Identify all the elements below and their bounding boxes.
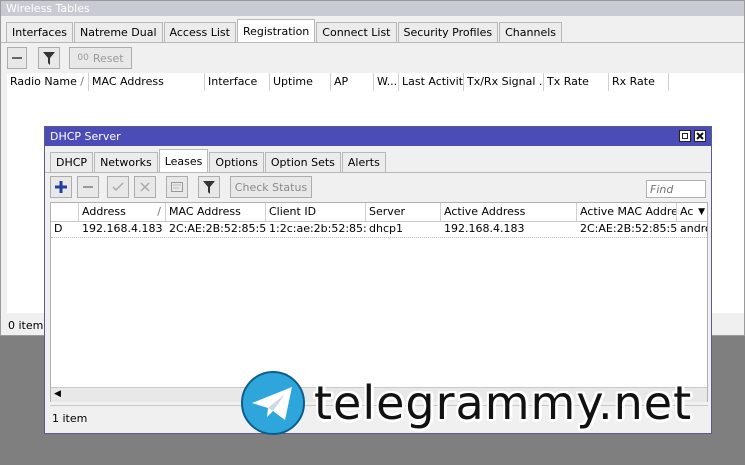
cell-mac-address: 2C:AE:2B:52:85:52 (169, 222, 266, 235)
table-row[interactable]: D 192.168.4.183 2C:AE:2B:52:85:52 1:2c:a… (51, 221, 707, 238)
tab-divider (1, 42, 744, 43)
minus-icon (83, 186, 93, 188)
tab-natreme-dual[interactable]: Natreme Dual (73, 22, 163, 42)
watermark: telegrammy.net (240, 370, 692, 436)
tab-interfaces[interactable]: Interfaces (6, 22, 73, 42)
sort-indicator: / (80, 75, 84, 88)
remove-button[interactable] (77, 176, 99, 198)
cell-active-host: androi (680, 222, 707, 235)
cell-client-id: 1:2c:ae:2b:52:85:... (269, 222, 366, 235)
tab-networks[interactable]: Networks (94, 152, 158, 172)
tab-option-sets[interactable]: Option Sets (264, 152, 341, 172)
comment-icon (171, 182, 183, 192)
comment-button[interactable] (166, 176, 188, 198)
col-server[interactable]: Server (366, 203, 441, 221)
leases-table-header: Address / MAC Address Client ID Server Ac… (51, 203, 707, 222)
col-active-host[interactable]: Ac ▼ (677, 203, 707, 221)
minus-icon (12, 57, 22, 59)
close-button[interactable] (694, 130, 706, 142)
col-flag[interactable] (51, 203, 79, 221)
tab-leases[interactable]: Leases (158, 149, 209, 172)
enable-button[interactable] (107, 176, 129, 198)
disable-button[interactable] (134, 176, 156, 198)
col-tx-rate[interactable]: Tx Rate (544, 73, 609, 91)
remove-button[interactable] (7, 47, 27, 69)
col-mac-address[interactable]: MAC Address (166, 203, 266, 221)
tab-channels[interactable]: Channels (499, 22, 563, 42)
cell-active-mac: 2C:AE:2B:52:85:52 (580, 222, 677, 235)
col-last-activity[interactable]: Last Activit... (399, 73, 464, 91)
registration-table-header: Radio Name / MAC Address Interface Uptime… (7, 73, 744, 92)
col-active-address[interactable]: Active Address (441, 203, 577, 221)
scroll-left-icon[interactable]: ◀ (54, 389, 61, 399)
sort-indicator: / (157, 205, 161, 218)
filter-button[interactable] (38, 47, 60, 69)
plus-icon (55, 181, 67, 193)
status-bar: 1 item (52, 412, 88, 425)
window-title-bar[interactable]: DHCP Server (45, 127, 711, 146)
filter-icon (43, 51, 55, 65)
tab-options[interactable]: Options (209, 152, 264, 172)
cell-server: dhcp1 (369, 222, 403, 235)
col-rx-rate[interactable]: Rx Rate (609, 73, 669, 91)
column-menu-arrow-icon[interactable]: ▼ (698, 203, 705, 221)
tab-registration[interactable]: Registration (236, 19, 316, 42)
tab-connect-list[interactable]: Connect List (316, 22, 397, 42)
col-w[interactable]: W... (374, 73, 399, 91)
col-radio-name[interactable]: Radio Name / (7, 73, 89, 91)
col-interface[interactable]: Interface (205, 73, 270, 91)
reset-prefix: 00 (77, 53, 89, 63)
cell-flag: D (54, 222, 63, 235)
col-uptime[interactable]: Uptime (270, 73, 331, 91)
telegram-logo-icon (241, 371, 305, 435)
tab-dhcp[interactable]: DHCP (50, 152, 94, 172)
close-icon (696, 132, 704, 140)
cell-address: 192.168.4.183 (82, 222, 163, 235)
window-title: Wireless Tables (1, 1, 744, 16)
check-status-button[interactable]: Check Status (230, 176, 312, 198)
find-input[interactable] (646, 180, 706, 198)
window-title: DHCP Server (50, 130, 121, 143)
cell-active-address: 192.168.4.183 (444, 222, 525, 235)
reset-button[interactable]: 00 Reset (69, 47, 132, 69)
filter-button[interactable] (198, 176, 220, 198)
wireless-tabs: Interfaces Natreme Dual Access List Regi… (6, 19, 563, 42)
maximize-icon (682, 133, 688, 139)
status-bar: 0 items (8, 319, 50, 332)
maximize-button[interactable] (679, 130, 691, 142)
tab-access-list[interactable]: Access List (163, 22, 236, 42)
dhcp-tabs: DHCP Networks Leases Options Option Sets… (50, 149, 387, 172)
filter-icon (203, 180, 215, 194)
x-icon (140, 182, 150, 192)
tab-divider (45, 172, 711, 173)
col-client-id[interactable]: Client ID (266, 203, 366, 221)
col-mac-address[interactable]: MAC Address (89, 73, 205, 91)
watermark-text: telegrammy.net (314, 376, 693, 430)
col-address[interactable]: Address / (79, 203, 166, 221)
add-button[interactable] (50, 176, 72, 198)
col-tx-rx-signal[interactable]: Tx/Rx Signal ... (464, 73, 544, 91)
col-active-mac[interactable]: Active MAC Addre... (577, 203, 677, 221)
tab-security-profiles[interactable]: Security Profiles (397, 22, 499, 42)
col-ap[interactable]: AP (331, 73, 374, 91)
check-icon (112, 182, 124, 192)
tab-alerts[interactable]: Alerts (341, 152, 386, 172)
reset-label: Reset (92, 51, 124, 65)
